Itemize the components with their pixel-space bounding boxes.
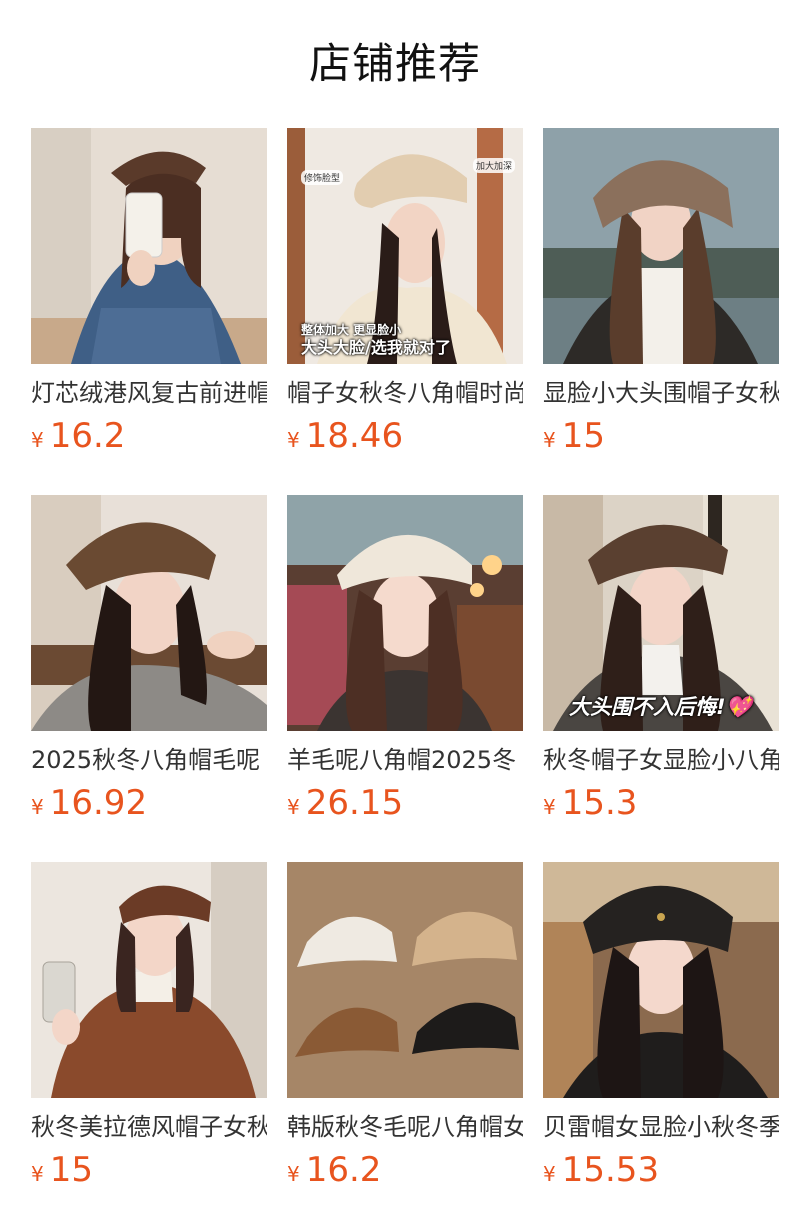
price-value: 16.2 <box>49 416 126 456</box>
currency-symbol: ¥ <box>287 1162 300 1186</box>
currency-symbol: ¥ <box>543 795 556 819</box>
product-name[interactable]: 秋冬帽子女显脸小八角 <box>543 743 779 777</box>
price-value: 15 <box>49 1150 93 1190</box>
price-value: 16.2 <box>305 1150 382 1190</box>
currency-symbol: ¥ <box>543 428 556 452</box>
product-price: ¥15.53 <box>543 1148 659 1192</box>
product-name[interactable]: 秋冬美拉德风帽子女秋 <box>31 1110 267 1144</box>
price-value: 18.46 <box>305 416 404 456</box>
currency-symbol: ¥ <box>287 428 300 452</box>
price-value: 15 <box>561 416 605 456</box>
price-value: 15.53 <box>561 1150 660 1190</box>
product-image[interactable] <box>31 495 267 731</box>
product-image[interactable] <box>31 862 267 1098</box>
image-caption: 大头大脸/选我就对了 <box>301 338 451 357</box>
product-price: ¥16.92 <box>31 781 147 825</box>
product-price: ¥15 <box>31 1148 93 1192</box>
product-name[interactable]: 帽子女秋冬八角帽时尚 <box>287 376 523 410</box>
currency-symbol: ¥ <box>31 1162 44 1186</box>
product-image[interactable] <box>31 128 267 364</box>
product-image[interactable] <box>287 495 523 731</box>
product-image[interactable]: 修饰脸型 加大加深 整体加大 更显脸小 大头大脸/选我就对了 <box>287 128 523 364</box>
product-name[interactable]: 2025秋冬八角帽毛呢 <box>31 743 267 777</box>
price-value: 15.3 <box>561 783 638 823</box>
product-price: ¥16.2 <box>31 414 125 458</box>
currency-symbol: ¥ <box>287 795 300 819</box>
image-caption: 大头围不入后悔!💖 <box>569 695 752 719</box>
product-name[interactable]: 韩版秋冬毛呢八角帽女 <box>287 1110 523 1144</box>
price-value: 26.15 <box>305 783 404 823</box>
product-image[interactable]: 大头围不入后悔!💖 <box>543 495 779 731</box>
product-image[interactable] <box>543 862 779 1098</box>
product-name[interactable]: 贝雷帽女显脸小秋冬季 <box>543 1110 779 1144</box>
product-name[interactable]: 显脸小大头围帽子女秋冬 <box>543 376 779 410</box>
product-price: ¥15 <box>543 414 605 458</box>
product-name[interactable]: 羊毛呢八角帽2025冬 <box>287 743 523 777</box>
section-title: 店铺推荐 <box>308 39 481 88</box>
product-price: ¥15.3 <box>543 781 637 825</box>
currency-symbol: ¥ <box>31 428 44 452</box>
product-price: ¥26.15 <box>287 781 403 825</box>
image-tag: 修饰脸型 <box>301 170 344 185</box>
currency-symbol: ¥ <box>543 1162 556 1186</box>
product-image[interactable] <box>287 862 523 1098</box>
product-price: ¥18.46 <box>287 414 403 458</box>
price-value: 16.92 <box>49 783 148 823</box>
currency-symbol: ¥ <box>31 795 44 819</box>
image-tag: 加大加深 <box>473 158 516 173</box>
product-image[interactable] <box>543 128 779 364</box>
product-price: ¥16.2 <box>287 1148 381 1192</box>
product-name[interactable]: 灯芯绒港风复古前进帽 <box>31 376 267 410</box>
